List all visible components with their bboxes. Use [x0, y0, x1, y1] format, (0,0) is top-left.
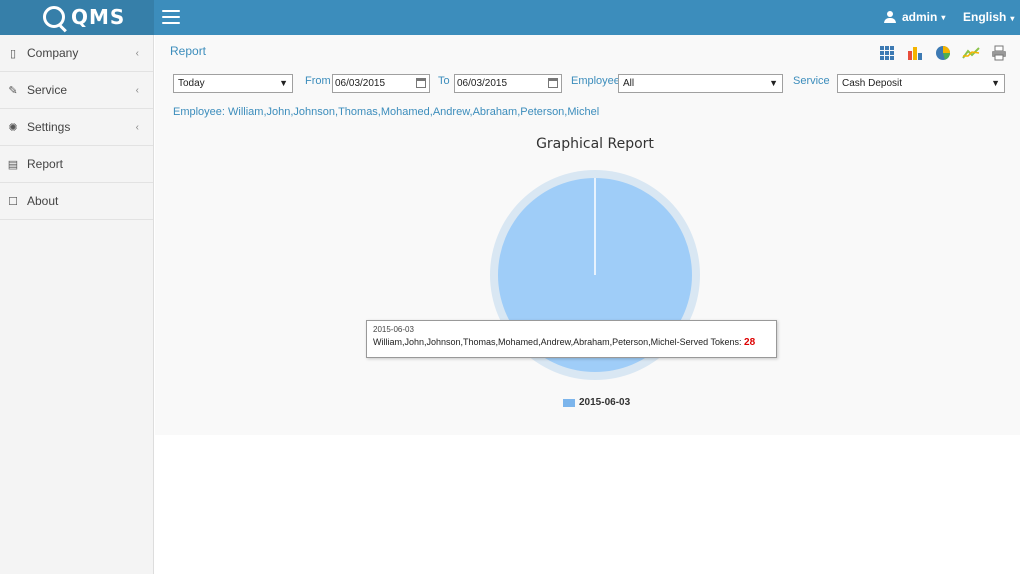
- pie-chart-icon[interactable]: [929, 43, 957, 63]
- logo[interactable]: QMS: [43, 3, 125, 31]
- report-panel: Report Today ▼ From 06/03/2015 To 06/03/…: [155, 35, 1020, 435]
- sidebar-item-report[interactable]: ▤ Report: [0, 146, 153, 183]
- chart-legend-item[interactable]: 2015-06-03: [563, 397, 630, 408]
- sidebar-item-company[interactable]: ▯ Company ‹: [0, 35, 153, 72]
- dropdown-arrow-icon: ▼: [991, 78, 1000, 88]
- table-icon[interactable]: [873, 43, 901, 63]
- language-label: English: [963, 10, 1007, 24]
- from-date-value: 06/03/2015: [335, 78, 386, 89]
- chart-tooltip: 2015-06-03 William,John,Johnson,Thomas,M…: [366, 320, 777, 358]
- language-menu[interactable]: English ▾: [963, 10, 1014, 24]
- tooltip-value: 28: [744, 337, 756, 348]
- employee-summary: Employee: William,John,Johnson,Thomas,Mo…: [173, 106, 600, 118]
- logo-area: QMS: [0, 0, 154, 35]
- report-toolbar: [873, 43, 1013, 63]
- print-icon[interactable]: [985, 43, 1013, 63]
- tooltip-text: William,John,Johnson,Thomas,Mohamed,Andr…: [373, 337, 742, 347]
- line-chart-icon[interactable]: [957, 43, 985, 63]
- wrench-icon: ✎: [8, 84, 18, 97]
- caret-down-icon: ▾: [941, 12, 946, 22]
- service-value: Cash Deposit: [842, 78, 903, 89]
- sidebar-item-service[interactable]: ✎ Service ‹: [0, 72, 153, 109]
- sidebar-item-label: Company: [27, 46, 79, 60]
- employee-value: All: [623, 78, 635, 89]
- dropdown-arrow-icon: ▼: [769, 78, 778, 88]
- from-label: From: [305, 75, 331, 87]
- service-select[interactable]: Cash Deposit ▼: [837, 74, 1005, 93]
- bar-chart-icon[interactable]: [901, 43, 929, 63]
- building-icon: ▯: [9, 47, 17, 60]
- top-navbar: QMS admin ▾ English ▾: [0, 0, 1020, 35]
- period-value: Today: [178, 78, 205, 89]
- employee-select[interactable]: All ▼: [618, 74, 783, 93]
- logo-text: QMS: [71, 5, 126, 29]
- legend-swatch: [563, 398, 575, 407]
- sidebar-item-label: Report: [27, 157, 64, 171]
- dropdown-arrow-icon: ▼: [279, 78, 288, 88]
- sidebar-item-label: About: [27, 194, 59, 208]
- edit-icon: ☐: [8, 195, 18, 208]
- tooltip-body: William,John,Johnson,Thomas,Mohamed,Andr…: [373, 337, 770, 348]
- page-title: Report: [170, 44, 207, 58]
- chevron-left-icon: ‹: [135, 84, 139, 96]
- chevron-left-icon: ‹: [135, 47, 139, 59]
- period-select[interactable]: Today ▼: [173, 74, 293, 93]
- to-date-value: 06/03/2015: [457, 78, 508, 89]
- caret-down-icon: ▾: [1010, 14, 1015, 23]
- document-icon: ▤: [7, 158, 19, 171]
- logo-mark-icon: [43, 6, 65, 28]
- menu-toggle-icon[interactable]: [162, 10, 180, 24]
- legend-label: 2015-06-03: [579, 397, 631, 408]
- calendar-icon[interactable]: [416, 78, 426, 88]
- user-menu[interactable]: admin ▾: [884, 10, 945, 24]
- user-icon: [884, 11, 896, 23]
- chart-title: Graphical Report: [536, 136, 654, 152]
- employee-label: Employee: [571, 75, 620, 87]
- sidebar: ▯ Company ‹ ✎ Service ‹ ✺ Settings ‹ ▤ R…: [0, 35, 154, 574]
- user-name: admin: [902, 10, 938, 24]
- tooltip-date: 2015-06-03: [373, 325, 414, 334]
- to-date-input[interactable]: 06/03/2015: [454, 74, 562, 93]
- sidebar-item-label: Settings: [27, 120, 71, 134]
- sidebar-item-settings[interactable]: ✺ Settings ‹: [0, 109, 153, 146]
- sidebar-item-about[interactable]: ☐ About: [0, 183, 153, 220]
- sidebar-item-label: Service: [27, 83, 68, 97]
- calendar-icon[interactable]: [548, 78, 558, 88]
- from-date-input[interactable]: 06/03/2015: [332, 74, 430, 93]
- service-label: Service: [793, 75, 830, 87]
- content-blank-area: [155, 435, 1020, 574]
- gear-icon: ✺: [8, 121, 18, 134]
- to-label: To: [438, 75, 450, 87]
- chevron-left-icon: ‹: [135, 121, 139, 133]
